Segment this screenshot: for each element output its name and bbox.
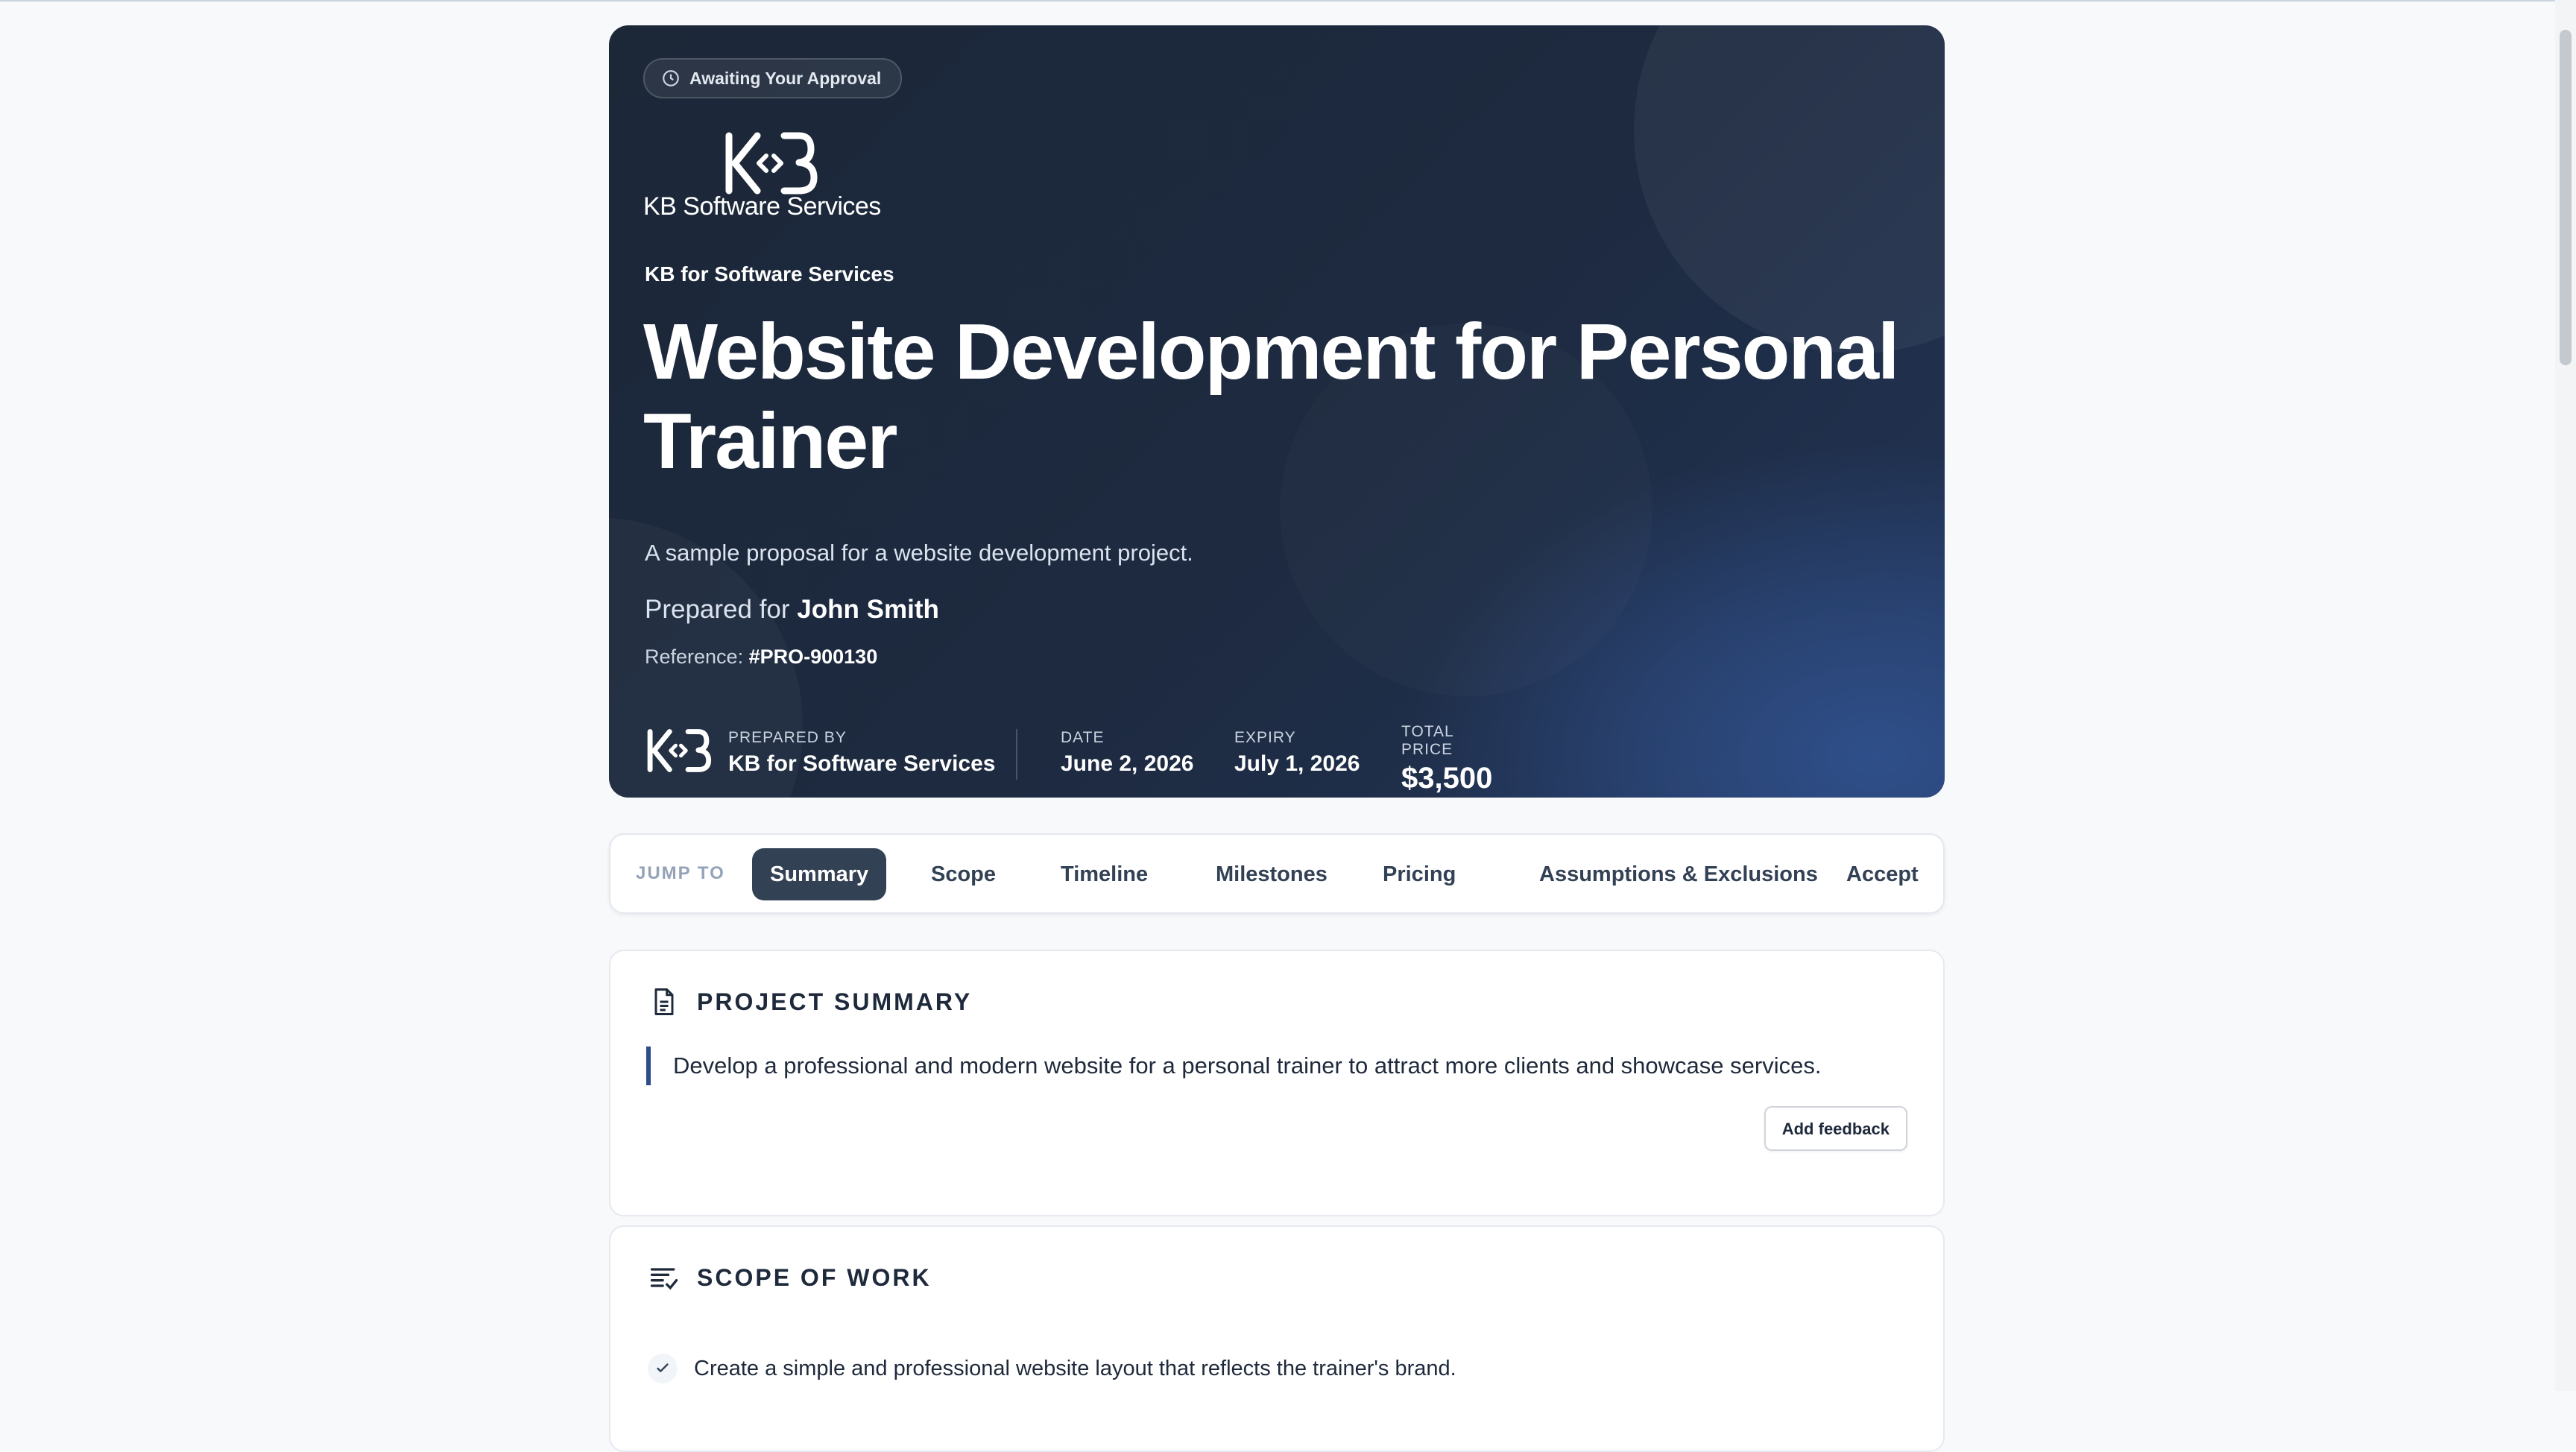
reference: Reference: #PRO-900130 xyxy=(645,645,877,669)
company-logo: KB Software Services xyxy=(643,130,889,221)
document-icon xyxy=(654,988,674,1015)
client-name: John Smith xyxy=(797,595,939,624)
tab-assumptions-exclusions[interactable]: Assumptions & Exclusions xyxy=(1521,848,1836,900)
reference-number: #PRO-900130 xyxy=(748,645,878,668)
prepared-for-label: Prepared for xyxy=(645,595,790,624)
section-title: SCOPE OF WORK xyxy=(697,1263,932,1291)
list-check-icon xyxy=(650,1268,678,1290)
company-name: KB for Software Services xyxy=(645,262,894,285)
jump-to-label: JUMP TO xyxy=(636,863,725,883)
status-text: Awaiting Your Approval xyxy=(689,68,882,88)
project-summary-card: PROJECT SUMMARY Develop a professional a… xyxy=(609,950,1945,1216)
kb-logo-icon xyxy=(725,132,818,195)
meta-label: TOTAL PRICE xyxy=(1401,723,1453,758)
tab-summary[interactable]: Summary xyxy=(752,848,887,900)
scope-item-text: Create a simple and professional website… xyxy=(694,1356,1456,1380)
section-title: PROJECT SUMMARY xyxy=(697,988,973,1015)
proposal-hero: Awaiting Your Approval KB Software Servi… xyxy=(609,25,1945,798)
prepared-for: Prepared for John Smith xyxy=(645,595,939,625)
scrollbar[interactable] xyxy=(2555,0,2576,1391)
meta-value: June 2, 2026 xyxy=(1061,751,1194,776)
section-header: SCOPE OF WORK xyxy=(648,1261,932,1294)
window-top-border xyxy=(0,0,2576,1)
meta-date: DATE June 2, 2026 xyxy=(1061,729,1193,777)
summary-text: Develop a professional and modern websit… xyxy=(646,1047,1821,1085)
meta-expiry: EXPIRY July 1, 2026 xyxy=(1234,729,1360,777)
reference-label: Reference: xyxy=(645,645,744,668)
tab-timeline[interactable]: Timeline xyxy=(1043,848,1166,900)
proposal-description: A sample proposal for a website developm… xyxy=(645,540,1193,566)
kb-logo-icon xyxy=(647,729,712,772)
scope-of-work-card: SCOPE OF WORK Create a simple and profes… xyxy=(609,1225,1945,1452)
jump-to-nav: JUMP TO Summary Scope Timeline Milestone… xyxy=(609,833,1945,914)
meta-label: PREPARED BY xyxy=(728,729,847,746)
meta-prepared-by: PREPARED BY KB for Software Services xyxy=(728,729,995,777)
status-badge: Awaiting Your Approval xyxy=(643,58,903,98)
scrollbar-thumb[interactable] xyxy=(2560,30,2572,365)
section-header: PROJECT SUMMARY xyxy=(648,985,972,1018)
tab-scope[interactable]: Scope xyxy=(913,848,1014,900)
logo-wordmark: KB Software Services xyxy=(643,192,881,221)
meta-value: KB for Software Services xyxy=(728,751,996,776)
meta-total-price: TOTAL PRICE $3,500 xyxy=(1401,723,1492,795)
tab-milestones[interactable]: Milestones xyxy=(1198,848,1345,900)
decorative-circle xyxy=(1634,25,1945,353)
proposal-column: Awaiting Your Approval KB Software Servi… xyxy=(609,25,1945,1452)
check-icon xyxy=(648,1354,678,1383)
proposal-title: Website Development for Personal Trainer xyxy=(643,308,1900,485)
meta-divider xyxy=(1016,729,1017,780)
meta-label: EXPIRY xyxy=(1234,729,1296,746)
scope-item: Create a simple and professional website… xyxy=(648,1354,1456,1383)
total-price: $3,500 xyxy=(1401,762,1493,795)
tab-pricing[interactable]: Pricing xyxy=(1365,848,1474,900)
clock-icon xyxy=(663,70,679,86)
meta-label: DATE xyxy=(1061,729,1105,746)
meta-value: July 1, 2026 xyxy=(1234,751,1360,776)
tab-accept[interactable]: Accept xyxy=(1828,848,1936,900)
add-feedback-button[interactable]: Add feedback xyxy=(1764,1106,1907,1151)
